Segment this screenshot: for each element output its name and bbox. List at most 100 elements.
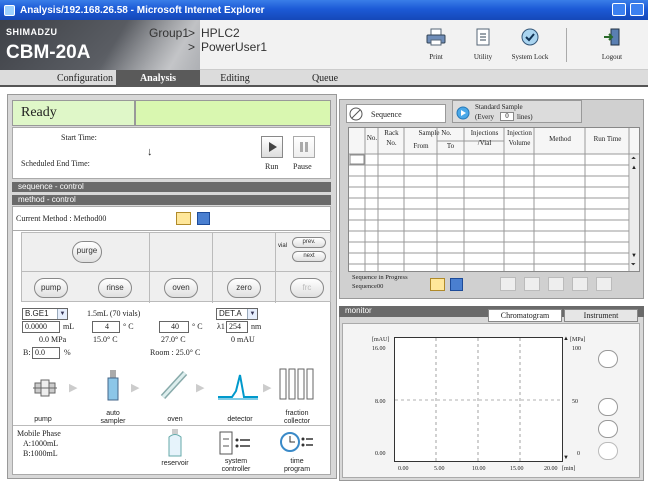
- time-program-label: time program: [283, 458, 311, 473]
- window-title-bar: Analysis/192.168.26.58 - Microsoft Inter…: [0, 0, 648, 20]
- arrow-icon: ▶: [69, 382, 78, 394]
- method-control-header[interactable]: method - control: [12, 195, 331, 205]
- flow-input[interactable]: 0.0000: [22, 321, 60, 333]
- system-lock-button[interactable]: System Lock: [508, 28, 552, 61]
- frc-button[interactable]: frc: [290, 278, 324, 298]
- pause-icon: [300, 142, 308, 152]
- sequence-tab[interactable]: Sequence: [346, 104, 446, 123]
- method-control-panel: Current Method : Method00 purge vial pre…: [12, 206, 332, 475]
- b-conc-input[interactable]: 0.0: [32, 347, 60, 359]
- wavelength-input[interactable]: 254: [226, 321, 248, 333]
- save-sequence-icon[interactable]: [450, 278, 463, 291]
- run-label: Run: [265, 162, 279, 171]
- cut-row-icon[interactable]: [500, 277, 516, 291]
- run-button[interactable]: [261, 136, 283, 158]
- detector-select[interactable]: DET.A ▼: [216, 308, 258, 320]
- pump-select[interactable]: B.GE1 ▼: [22, 308, 68, 320]
- prev-vial-button[interactable]: prev.: [292, 237, 326, 248]
- tab-chromatogram[interactable]: Chromatogram: [488, 309, 562, 322]
- delete-row-icon[interactable]: [596, 277, 612, 291]
- detector-signal: 0 mAU: [231, 335, 255, 344]
- room-temp: Room : 25.0° C: [150, 348, 201, 357]
- reservoir-label: reservoir: [161, 460, 189, 467]
- tab-analysis[interactable]: Analysis: [116, 70, 200, 87]
- lock-icon: [521, 28, 539, 46]
- down-arrow-icon: ↓: [147, 146, 153, 158]
- zero-button[interactable]: zero: [227, 278, 261, 298]
- every-lines-input[interactable]: 0: [500, 112, 514, 121]
- mobile-phase-title: Mobile Phase: [17, 429, 61, 438]
- table-scrollbar[interactable]: ⏶ ▲ ▼ ⏷: [630, 155, 639, 271]
- x-tick: 10.00: [472, 466, 486, 472]
- print-button[interactable]: Print: [416, 28, 456, 61]
- fraction-collector-icon: [279, 368, 314, 400]
- y-scroll-up-icon[interactable]: ▲: [563, 336, 569, 342]
- arrow-icon: ▶: [196, 382, 205, 394]
- rinse-button[interactable]: rinse: [98, 278, 132, 298]
- print-chart-icon[interactable]: [598, 350, 618, 368]
- sequence-table: No. Rack No. Sample No. From To Injectio…: [348, 127, 640, 272]
- insert-row-icon[interactable]: [572, 277, 588, 291]
- chart-grid: [395, 338, 562, 461]
- start-time-label: Start Time:: [61, 133, 97, 142]
- pause-button[interactable]: [293, 136, 315, 158]
- oven-temp-actual: 27.0° C: [161, 335, 186, 344]
- next-vial-button[interactable]: next: [292, 251, 326, 262]
- oven-temp-input[interactable]: 40: [159, 321, 189, 333]
- pause-label: Pause: [293, 162, 312, 171]
- open-sequence-icon[interactable]: [430, 278, 445, 291]
- maximize-button[interactable]: [630, 3, 644, 16]
- system-name: HPLC2: [201, 26, 240, 40]
- rinse-temp-input[interactable]: 4: [92, 321, 120, 333]
- scroll-up-icon[interactable]: ▲: [631, 165, 637, 171]
- status-bar: [135, 100, 331, 126]
- paste-row-icon[interactable]: [548, 277, 564, 291]
- logout-icon: [604, 28, 620, 46]
- x-tick: 0.00: [398, 466, 409, 472]
- scheduled-end-label: Scheduled End Time:: [21, 159, 90, 168]
- window-title: Analysis/192.168.26.58 - Microsoft Inter…: [20, 4, 265, 16]
- save-icon[interactable]: [197, 212, 210, 225]
- scroll-down-icon[interactable]: ▼: [631, 253, 637, 259]
- copy-row-icon[interactable]: [524, 277, 540, 291]
- zoom-in-icon[interactable]: [598, 398, 618, 416]
- scroll-bottom-icon[interactable]: ⏷: [631, 262, 636, 269]
- detector-module-label: detector: [227, 416, 253, 423]
- sequence-control-header[interactable]: sequence - control: [12, 182, 331, 192]
- oven-button[interactable]: oven: [164, 278, 198, 298]
- tab-queue[interactable]: Queue: [300, 70, 350, 87]
- y-right-tick: 50: [572, 399, 578, 405]
- pump-module-icon: [33, 379, 57, 397]
- y-left-tick: 0.00: [375, 451, 386, 457]
- play-icon: [269, 142, 277, 152]
- shimadzu-logo: SHIMADZU: [6, 27, 58, 37]
- pump-button[interactable]: pump: [34, 278, 68, 298]
- mobile-phase-b: B:1000mL: [23, 449, 58, 458]
- reservoir-icon: [168, 429, 182, 457]
- utility-button[interactable]: Utility: [463, 28, 503, 61]
- tab-instrument[interactable]: Instrument: [564, 309, 638, 322]
- printer-icon: [426, 28, 446, 46]
- oven-module-icon: [160, 370, 188, 400]
- standard-sample-tab[interactable]: Standard Sample (Every 0 lines): [452, 100, 582, 123]
- y-scroll-down-icon[interactable]: ▼: [563, 455, 569, 461]
- y-right-tick: 0: [577, 451, 580, 457]
- open-folder-icon[interactable]: [176, 212, 191, 225]
- header-divider: [566, 28, 567, 62]
- mobile-phase-a: A:1000mL: [23, 439, 59, 448]
- minimize-button[interactable]: [612, 3, 626, 16]
- detector-module-icon: [218, 374, 258, 400]
- scroll-top-icon[interactable]: ⏶: [631, 156, 636, 163]
- y-left-unit: [mAU]: [372, 337, 390, 343]
- tab-editing[interactable]: Editing: [195, 70, 275, 87]
- standard-sample-icon: [456, 106, 470, 120]
- purge-button[interactable]: purge: [72, 241, 102, 263]
- model-name: CBM-20A: [6, 42, 91, 63]
- reset-zoom-icon[interactable]: [598, 442, 618, 460]
- breadcrumb-sep-2: >: [188, 40, 196, 54]
- arrow-icon: ▶: [263, 382, 272, 394]
- rinse-info: 1.5mL (70 vials): [87, 309, 141, 318]
- logout-button[interactable]: Logout: [592, 28, 632, 61]
- zoom-out-icon[interactable]: [598, 420, 618, 438]
- current-method: Current Method : Method00: [16, 214, 107, 223]
